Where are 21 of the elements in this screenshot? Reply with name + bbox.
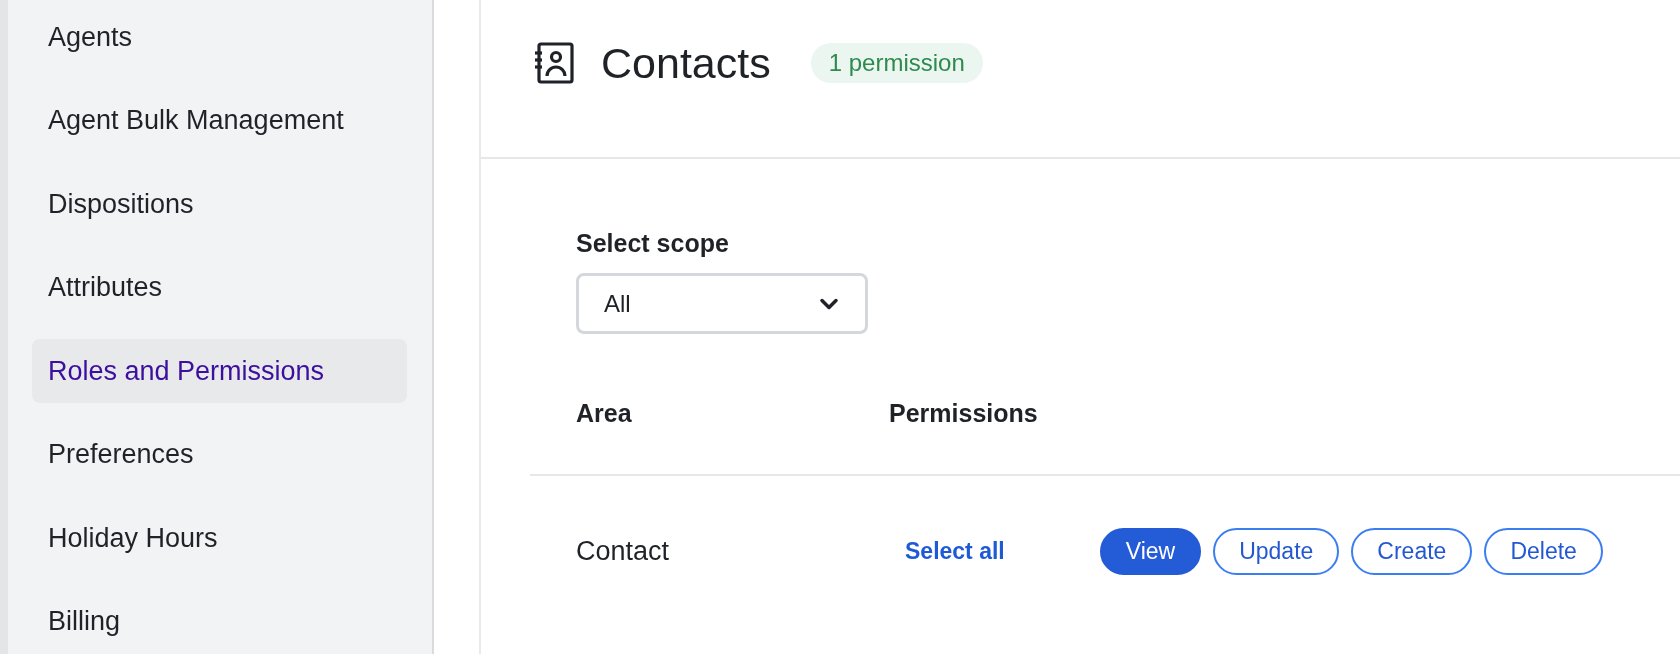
contact-book-icon xyxy=(534,42,574,84)
sidebar-item[interactable]: Agent Bulk Management xyxy=(32,88,407,153)
column-header: Area xyxy=(576,398,633,428)
permission-toggle[interactable]: Update xyxy=(1213,527,1340,575)
column-header: Permissions xyxy=(889,398,1038,428)
scope-label: Select scope xyxy=(576,228,729,258)
sidebar-item[interactable]: Dispositions xyxy=(32,172,407,236)
permission-toggle[interactable]: Create xyxy=(1351,527,1473,575)
page-title: Contacts xyxy=(601,41,771,85)
permission-toggle[interactable]: View xyxy=(1099,527,1202,575)
area-cell-text: Contact xyxy=(576,534,671,568)
permission-count-badge: 1 permission xyxy=(810,43,983,83)
sidebar-item[interactable]: Roles and Permissions xyxy=(32,339,407,403)
sidebar-item[interactable]: Attributes xyxy=(32,255,407,320)
sidebar-item[interactable]: Holiday Hours xyxy=(32,506,407,570)
sidebar-item[interactable]: Preferences xyxy=(32,422,407,487)
scope-select[interactable]: All xyxy=(576,273,868,334)
sidebar-item[interactable]: Billing xyxy=(32,589,407,654)
permission-toggle[interactable]: Delete xyxy=(1484,527,1603,575)
sidebar-item[interactable]: Agents xyxy=(32,5,407,69)
select-all-link[interactable]: Select all xyxy=(889,533,1021,569)
